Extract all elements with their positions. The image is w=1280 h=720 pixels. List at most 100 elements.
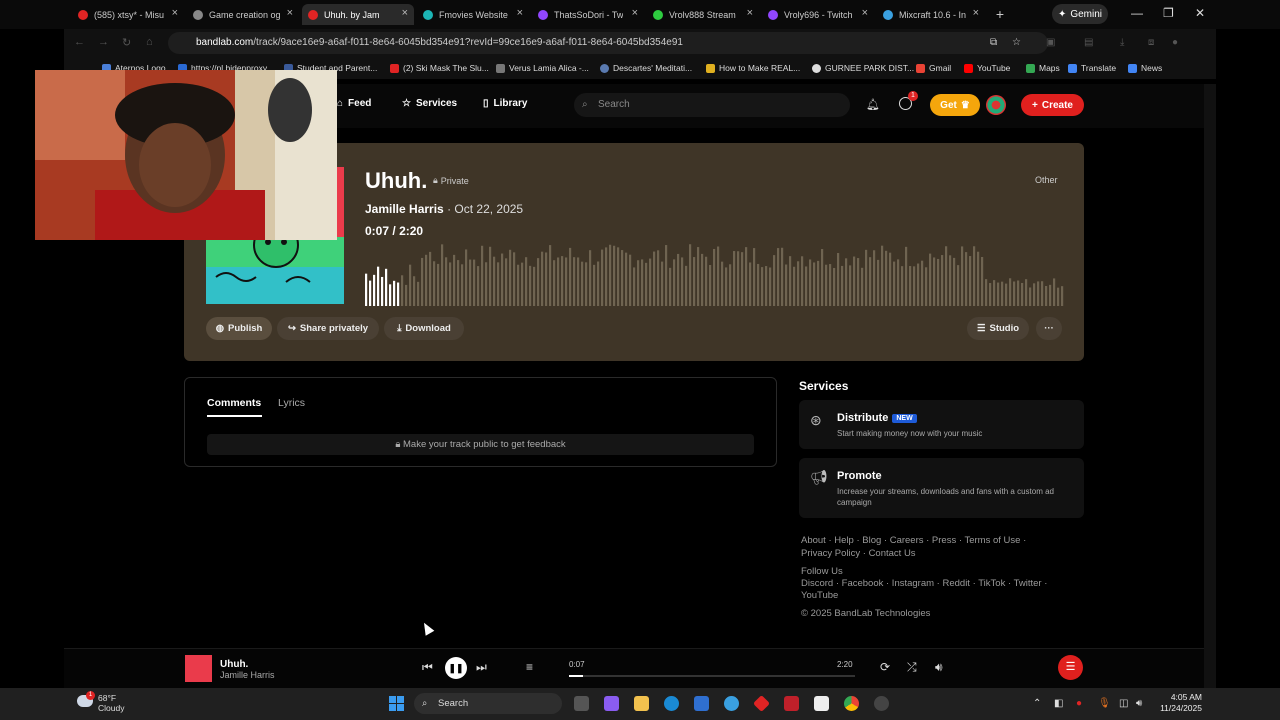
close-icon[interactable]: × xyxy=(632,7,638,19)
create-button[interactable]: + Create xyxy=(1021,94,1084,116)
scrollbar[interactable] xyxy=(1204,84,1216,688)
extensions-icon[interactable]: ▣ xyxy=(1046,37,1055,48)
new-tab-button[interactable]: + xyxy=(990,5,1010,23)
tab-lyrics[interactable]: Lyrics xyxy=(278,397,305,409)
promote-card[interactable]: 📢︎ Promote Increase your streams, downlo… xyxy=(799,458,1084,518)
reading-list-icon[interactable]: ▤ xyxy=(1084,37,1093,48)
home-icon[interactable]: ⌂ xyxy=(146,36,153,48)
bookmark-item[interactable]: (2) Ski Mask The Slu... xyxy=(390,63,489,73)
bookmark-item[interactable]: Descartes' Meditati... xyxy=(600,63,692,73)
maximize-icon[interactable]: ❐ xyxy=(1163,6,1174,20)
browser-tab[interactable]: (585) xtsy* - Misu × xyxy=(72,4,184,25)
publish-button[interactable]: ◍ Publish xyxy=(206,317,272,340)
bookmark-item[interactable]: YouTube xyxy=(964,63,1010,73)
browser-tab[interactable]: Mixcraft 10.6 - In × xyxy=(877,4,985,25)
browser-tab[interactable]: Vroly696 - Twitch × xyxy=(762,4,874,25)
install-app-icon[interactable]: ⧉ xyxy=(990,37,997,48)
player-artist[interactable]: Jamille Harris xyxy=(220,670,275,680)
address-bar[interactable]: bandlab.com/track/9ace16e9-a6af-f011-8e6… xyxy=(168,32,1048,54)
gemini-button[interactable]: ✦ Gemini xyxy=(1052,4,1108,24)
minimize-icon[interactable]: — xyxy=(1131,6,1143,20)
chevron-up-icon[interactable]: ⌃ xyxy=(1033,698,1041,709)
app-icon[interactable] xyxy=(784,696,799,711)
forward-icon[interactable]: → xyxy=(98,36,109,48)
social-links-2[interactable]: YouTube xyxy=(801,590,838,601)
nav-services[interactable]: ☆ Services xyxy=(402,98,457,109)
player-progress[interactable] xyxy=(569,675,855,677)
app-icon[interactable] xyxy=(724,696,739,711)
previous-icon[interactable]: ⏮︎ xyxy=(422,660,433,675)
player-title[interactable]: Uhuh. xyxy=(220,659,248,670)
social-links[interactable]: Discord · Facebook · Instagram · Reddit … xyxy=(801,578,1047,589)
next-icon[interactable]: ⏭︎ xyxy=(476,660,487,675)
search-input[interactable]: ⌕ Search xyxy=(574,93,850,117)
download-button[interactable]: ⤓ Download xyxy=(384,317,464,340)
browser-tab-active[interactable]: Uhuh. by Jam × xyxy=(302,4,414,25)
download-icon[interactable]: ⤓ xyxy=(1120,37,1124,48)
close-icon[interactable]: × xyxy=(973,7,979,19)
browser-tab[interactable]: Game creation og × xyxy=(187,4,299,25)
browser-tab[interactable]: Vrolv888 Stream × xyxy=(647,4,759,25)
tab-favicon xyxy=(538,9,548,20)
playlist-button[interactable]: ☰ xyxy=(1058,655,1083,680)
nav-feed[interactable]: ⌂ Feed xyxy=(337,98,371,109)
close-icon[interactable]: × xyxy=(747,7,753,19)
speaker-icon[interactable]: 🔊︎ xyxy=(1136,698,1142,709)
bookmark-item[interactable]: Translate xyxy=(1068,63,1116,73)
queue-icon[interactable]: ≡ xyxy=(526,660,533,674)
nav-library[interactable]: ▯ Library xyxy=(483,98,527,109)
app-icon[interactable] xyxy=(874,696,889,711)
edge-icon[interactable] xyxy=(664,696,679,711)
artist-name[interactable]: Jamille Harris xyxy=(365,202,444,216)
shuffle-icon[interactable]: ⤮ xyxy=(907,660,917,675)
file-explorer-icon[interactable] xyxy=(634,696,649,711)
browser-tab[interactable]: ThatsSoDori - Tw × xyxy=(532,4,644,25)
footer-links[interactable]: About · Help · Blog · Careers · Press · … xyxy=(801,535,1026,546)
bookmark-item[interactable]: Gmail xyxy=(916,63,951,73)
close-icon[interactable]: × xyxy=(517,7,523,19)
tray-icon[interactable]: ◧ xyxy=(1054,698,1063,709)
bookmark-item[interactable]: How to Make REAL... xyxy=(706,63,800,73)
puzzle-icon[interactable]: ⧈ xyxy=(1148,37,1154,48)
tab-comments[interactable]: Comments xyxy=(207,397,261,409)
bookmark-star-icon[interactable]: ☆ xyxy=(1012,37,1021,48)
pause-button[interactable]: ❚❚ xyxy=(445,657,467,679)
repeat-icon[interactable]: ⟳ xyxy=(880,660,890,674)
system-clock[interactable]: 4:05 AM 11/24/2025 xyxy=(1152,692,1202,714)
task-view-icon[interactable] xyxy=(574,696,589,711)
bookmark-item[interactable]: News xyxy=(1128,63,1162,73)
close-window-icon[interactable]: ✕ xyxy=(1195,6,1205,20)
taskbar-search[interactable]: ⌕ Search xyxy=(414,693,562,714)
windows-start-icon[interactable] xyxy=(389,696,404,711)
bookmark-item[interactable]: GURNEE PARK DIST... xyxy=(812,63,914,73)
share-privately-button[interactable]: ↪ Share privately xyxy=(277,317,379,340)
studio-button[interactable]: ☰ Studio xyxy=(967,317,1029,340)
reload-icon[interactable]: ↻ xyxy=(122,36,131,49)
close-icon[interactable]: × xyxy=(402,7,408,19)
copilot-icon[interactable] xyxy=(604,696,619,711)
footer-links-2[interactable]: Privacy Policy · Contact Us xyxy=(801,548,916,559)
browser-tab[interactable]: Fmovies Website × xyxy=(417,4,529,25)
bell-icon[interactable]: 🔔︎ xyxy=(866,98,880,111)
chrome-icon[interactable] xyxy=(844,696,859,711)
close-icon[interactable]: × xyxy=(287,7,293,19)
store-icon[interactable] xyxy=(694,696,709,711)
bookmark-item[interactable]: Maps xyxy=(1026,63,1060,73)
close-icon[interactable]: × xyxy=(862,7,868,19)
wifi-icon[interactable]: ◫ xyxy=(1119,698,1128,709)
microphone-icon[interactable]: 🎙︎ xyxy=(1098,698,1111,709)
back-icon[interactable]: ← xyxy=(74,36,85,48)
bookmark-item[interactable]: Verus Lamia Alica -... xyxy=(496,63,589,73)
close-icon[interactable]: × xyxy=(172,7,178,19)
tray-icon[interactable]: ● xyxy=(1076,698,1082,709)
distribute-card[interactable]: ⊛ Distribute NEW Start making money now w… xyxy=(799,400,1084,449)
volume-icon[interactable]: 🔊︎ xyxy=(935,660,943,675)
app-icon[interactable] xyxy=(814,696,829,711)
player-thumbnail[interactable] xyxy=(185,655,212,682)
get-membership-button[interactable]: Get ♛ xyxy=(930,94,980,116)
waveform[interactable] xyxy=(365,240,1065,306)
avatar[interactable] xyxy=(986,95,1006,115)
profile-icon[interactable]: ● xyxy=(1172,37,1178,48)
more-options-button[interactable]: ··· xyxy=(1036,317,1062,340)
weather-widget[interactable]: 68°F Cloudy xyxy=(98,693,124,713)
